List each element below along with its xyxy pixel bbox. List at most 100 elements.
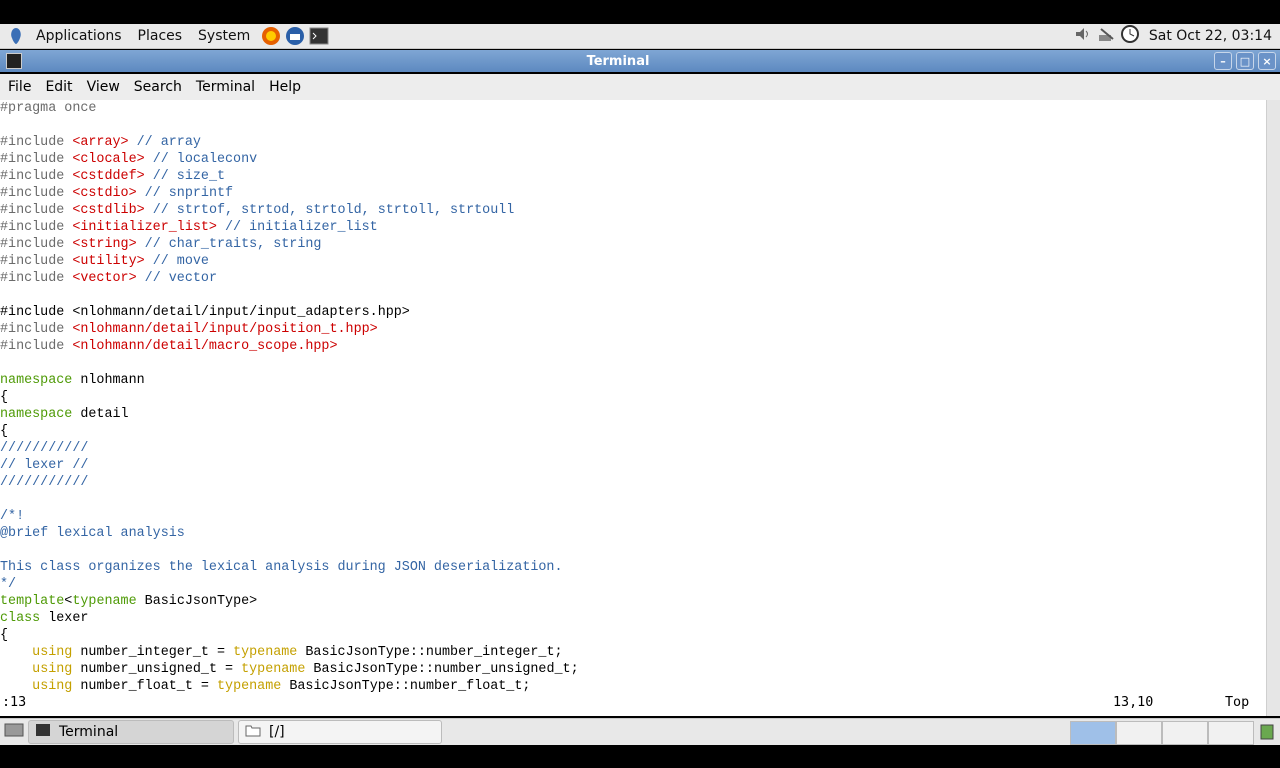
- code-token: number_unsigned_t =: [72, 662, 242, 677]
- places-menu[interactable]: Places: [130, 28, 191, 44]
- code-token: ///////////: [0, 441, 89, 456]
- code-line: #include <utility> // move: [0, 253, 1266, 270]
- code-token: // array: [128, 135, 201, 150]
- code-token: <utility>: [72, 254, 145, 269]
- code-token: */: [0, 577, 17, 592]
- close-icon[interactable]: ×: [1258, 52, 1276, 70]
- network-icon[interactable]: [1097, 25, 1117, 47]
- code-token: // lexer //: [0, 458, 89, 473]
- menu-search[interactable]: Search: [126, 79, 188, 95]
- workspace-2[interactable]: [1116, 721, 1162, 745]
- taskbar-item-folder[interactable]: [/]: [238, 720, 442, 744]
- code-token: #include: [0, 254, 73, 269]
- trash-icon[interactable]: [1258, 720, 1276, 744]
- code-token: nlohmann/detail/input/input_adapters.hpp…: [80, 305, 410, 320]
- code-line: #pragma once: [0, 100, 1266, 117]
- code-token: typename: [217, 679, 282, 694]
- code-token: ///////////: [0, 475, 89, 490]
- volume-icon[interactable]: [1073, 25, 1093, 47]
- code-line: /*!: [0, 508, 1266, 525]
- code-line: #include <cstddef> // size_t: [0, 168, 1266, 185]
- vim-status-line: :13 13,10 Top: [0, 695, 1266, 713]
- code-token: BasicJsonType::number_integer_t;: [297, 645, 563, 660]
- code-line: */: [0, 576, 1266, 593]
- code-line: using number_float_t = typename BasicJso…: [0, 678, 1266, 695]
- code-line: #include <clocale> // localeconv: [0, 151, 1266, 168]
- code-line: using number_integer_t = typename BasicJ…: [0, 644, 1266, 661]
- workspace-1[interactable]: [1070, 721, 1116, 745]
- folder-icon: [245, 723, 261, 741]
- code-token: typename: [72, 594, 137, 609]
- code-token: <array>: [72, 135, 129, 150]
- thunderbird-icon[interactable]: [284, 25, 306, 47]
- minimize-icon[interactable]: –: [1214, 52, 1232, 70]
- code-line: ///////////: [0, 440, 1266, 457]
- code-line: namespace nlohmann: [0, 372, 1266, 389]
- workspace-3[interactable]: [1162, 721, 1208, 745]
- menu-edit[interactable]: Edit: [37, 79, 78, 95]
- code-token: // size_t: [144, 169, 226, 184]
- window-titlebar[interactable]: Terminal – □ ×: [0, 50, 1280, 72]
- code-token: #include: [0, 169, 73, 184]
- code-token: number_float_t =: [72, 679, 217, 694]
- code-token: // strtof, strtod, strtold, strtoll, str…: [144, 203, 515, 218]
- scroll-indicator: Top: [1225, 695, 1250, 710]
- code-token: // snprintf: [136, 186, 234, 201]
- code-token: <nlohmann/detail/macro_scope.hpp>: [72, 339, 338, 354]
- code-token: using: [32, 645, 73, 660]
- code-line: #include <array> // array: [0, 134, 1266, 151]
- firefox-icon[interactable]: [260, 25, 282, 47]
- code-token: // char_traits, string: [136, 237, 322, 252]
- code-line: {: [0, 389, 1266, 406]
- code-token: BasicJsonType::number_unsigned_t;: [305, 662, 579, 677]
- applications-menu[interactable]: Applications: [28, 28, 130, 44]
- code-token: namespace: [0, 407, 73, 422]
- scrollbar[interactable]: [1266, 100, 1280, 716]
- code-token: {: [0, 390, 9, 405]
- code-token: // initializer_list: [216, 220, 378, 235]
- code-token: #include: [0, 203, 73, 218]
- menu-terminal[interactable]: Terminal: [188, 79, 261, 95]
- code-token: <cstddef>: [72, 169, 145, 184]
- taskbar-item-terminal[interactable]: Terminal: [28, 720, 234, 744]
- taskbar-item-label: [/]: [269, 724, 285, 740]
- workspace-switcher[interactable]: [1070, 721, 1254, 745]
- code-token: lexer: [40, 611, 89, 626]
- system-tray: Sat Oct 22, 03:14: [1073, 25, 1280, 47]
- terminal-window-icon[interactable]: [6, 53, 22, 69]
- code-token: #include: [0, 220, 73, 235]
- system-menu[interactable]: System: [190, 28, 258, 44]
- code-token: <nlohmann/detail/input/position_t.hpp>: [72, 322, 378, 337]
- clock-text[interactable]: Sat Oct 22, 03:14: [1149, 28, 1272, 44]
- cursor-position: 13,10: [1113, 695, 1154, 710]
- show-desktop-icon[interactable]: [4, 721, 24, 743]
- code-token: /*!: [0, 509, 25, 524]
- menu-help[interactable]: Help: [261, 79, 307, 95]
- code-line: @brief lexical analysis: [0, 525, 1266, 542]
- code-token: #include: [0, 152, 73, 167]
- code-token: #include: [0, 237, 73, 252]
- code-token: // vector: [136, 271, 217, 286]
- code-line: #include <nlohmann/detail/macro_scope.hp…: [0, 338, 1266, 355]
- menu-view[interactable]: View: [79, 79, 126, 95]
- terminal-launcher-icon[interactable]: [308, 25, 330, 47]
- code-token: <clocale>: [72, 152, 145, 167]
- menu-file[interactable]: File: [0, 79, 37, 95]
- maximize-icon[interactable]: □: [1236, 52, 1254, 70]
- code-token: #include: [0, 271, 73, 286]
- code-line: // lexer //: [0, 457, 1266, 474]
- code-line: #include <nlohmann/detail/input/input_ad…: [0, 304, 1266, 321]
- terminal-content[interactable]: #pragma once #include <array> // array #i…: [0, 100, 1266, 716]
- code-line: #include <string> // char_traits, string: [0, 236, 1266, 253]
- code-token: #include: [0, 322, 73, 337]
- code-line: template<typename BasicJsonType>: [0, 593, 1266, 610]
- workspace-4[interactable]: [1208, 721, 1254, 745]
- menubar: File Edit View Search Terminal Help: [0, 74, 1280, 100]
- code-token: typename: [241, 662, 306, 677]
- code-token: <string>: [72, 237, 137, 252]
- gnome-foot-icon[interactable]: [4, 24, 28, 48]
